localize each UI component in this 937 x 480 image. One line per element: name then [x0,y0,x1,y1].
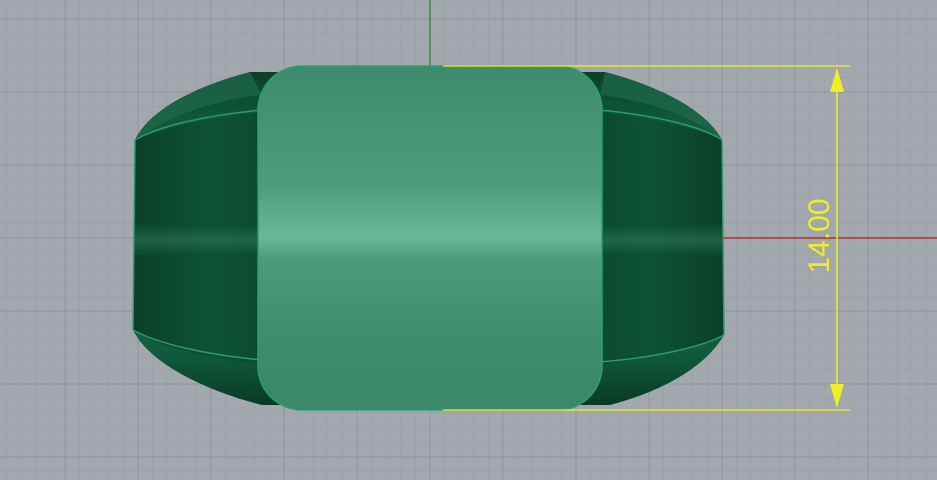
viewport-top[interactable]: 14.00 [0,0,937,480]
dimension-arrow-bottom [830,384,844,408]
ring-band-highlight-left [134,225,262,255]
ring-model[interactable] [132,65,725,411]
viewport-canvas[interactable]: 14.00 [0,0,937,480]
dimension-arrow-top [830,68,844,92]
ring-top-face [257,65,603,411]
ring-band-highlight-right [600,225,723,255]
dimension-value: 14.00 [803,198,836,273]
